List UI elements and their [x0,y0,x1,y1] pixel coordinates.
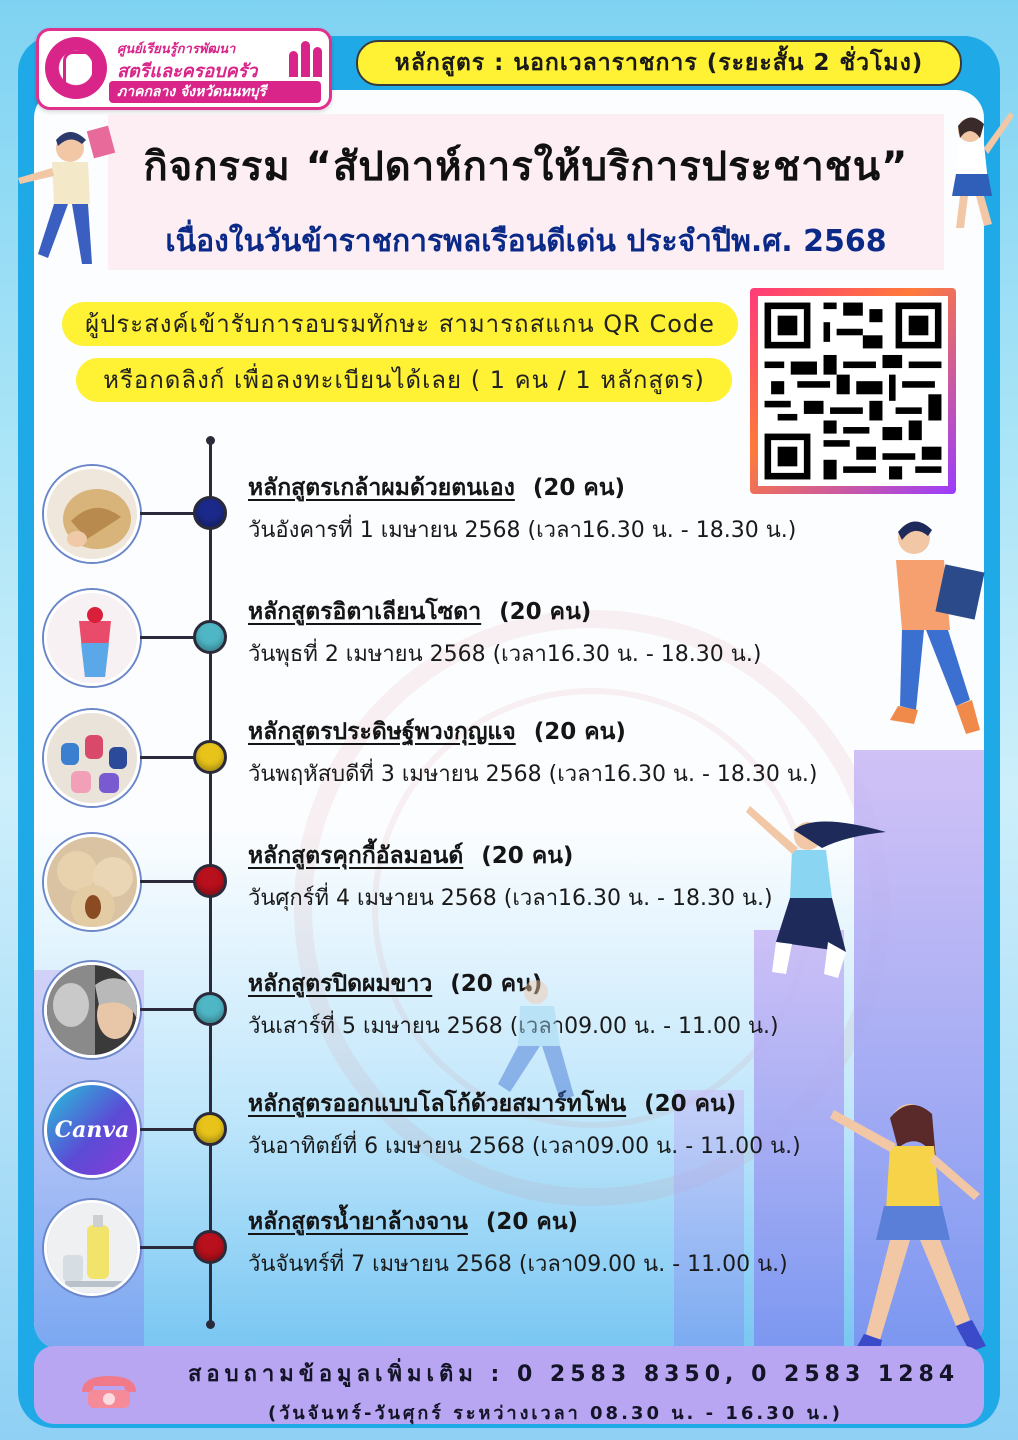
student-illustration [890,521,985,734]
grey-hair-photo [44,962,140,1058]
course-date: วันอังคารที่ 1 เมษายน 2568 (เวลา16.30 น.… [248,518,797,543]
course-capacity: (20 คน) [485,1209,579,1235]
timeline-node [193,864,227,898]
timeline-node [193,740,227,774]
italian-soda-photo [44,590,140,686]
course-title: หลักสูตรน้ำยาล้างจาน [248,1209,468,1235]
course-title: หลักสูตรอิตาเลียนโซดา [248,599,482,625]
course-title: หลักสูตรคุกกี้อัลมอนด์ [248,843,464,869]
course-capacity: (20 คน) [499,599,592,625]
seal-icon [45,37,107,99]
course-capacity: (20 คน) [481,843,574,869]
course-date: วันศุกร์ที่ 4 เมษายน 2568 (เวลา16.30 น. … [248,886,773,911]
registration-line-2: หรือกดลิงก์ เพื่อลงทะเบียนได้เลย ( 1 คน … [76,358,732,402]
course-title: หลักสูตรเกล้าผมด้วยตนเอง [248,475,515,501]
timeline-cap [206,1320,215,1329]
keychain-photo [44,710,140,806]
course-date: วันพฤหัสบดีที่ 3 เมษายน 2568 (เวลา16.30 … [248,762,818,787]
timeline-cap [206,436,215,445]
course-capacity: (20 คน) [644,1091,737,1117]
page-title: กิจกรรม “สัปดาห์การให้บริการประชาชน” [143,144,909,190]
contact-hours: (วันจันทร์-วันศุกร์ ระหว่างเวลา 08.30 น.… [268,1403,843,1424]
course-title: หลักสูตรประดิษฐ์พวงกุญแจ [248,719,516,745]
course-date: วันอาทิตย์ที่ 6 เมษายน 2568 (เวลา09.00 น… [248,1134,801,1159]
page-subtitle: เนื่องในวันข้าราชการพลเรือนดีเด่น ประจำป… [165,224,887,259]
registration-qr-code[interactable] [750,288,956,494]
logo-line-3: ภาคกลาง จังหวัดนนทบุรี [109,81,321,103]
registration-line-1: ผู้ประสงค์เข้ารับการอบรมทักษะ สามารถสแกน… [62,302,738,346]
course-date: วันจันทร์ที่ 7 เมษายน 2568 (เวลา09.00 น.… [248,1252,788,1277]
course-item: หลักสูตรอิตาเลียนโซดา (20 คน) วันพุธที่ 2… [0,590,1018,690]
timeline-node [193,496,227,530]
course-date: วันพุธที่ 2 เมษายน 2568 (เวลา16.30 น. - … [248,642,762,667]
student-illustration [18,125,116,264]
almond-cookie-photo [44,834,140,930]
student-illustration [746,806,886,978]
family-icon [289,39,323,77]
course-item: หลักสูตรเกล้าผมด้วยตนเอง (20 คน) วันอังคา… [0,466,1018,566]
timeline-node [193,1230,227,1264]
qr-code-icon [764,302,942,480]
canva-logo: Canva [44,1082,140,1178]
timeline-node [193,992,227,1026]
student-illustration [498,980,574,1100]
timeline-node [193,620,227,654]
course-capacity: (20 คน) [532,475,625,501]
dish-soap-photo [44,1200,140,1296]
contact-phone: สอบถามข้อมูลเพิ่มเติม : 0 2583 8350, 0 2… [188,1362,960,1387]
timeline-node [193,1112,227,1146]
telephone-icon [82,1376,136,1408]
org-logo: ศูนย์เรียนรู้การพัฒนา สตรีและครอบครัว ภา… [36,28,332,110]
student-illustration [830,1104,986,1358]
student-illustration [952,112,1014,228]
hair-bun-photo [44,466,140,562]
course-type-badge: หลักสูตร : นอกเวลาราชการ (ระยะสั้น 2 ชั่… [356,40,962,86]
course-title: หลักสูตรปิดผมขาว [248,971,433,997]
course-capacity: (20 คน) [533,719,626,745]
